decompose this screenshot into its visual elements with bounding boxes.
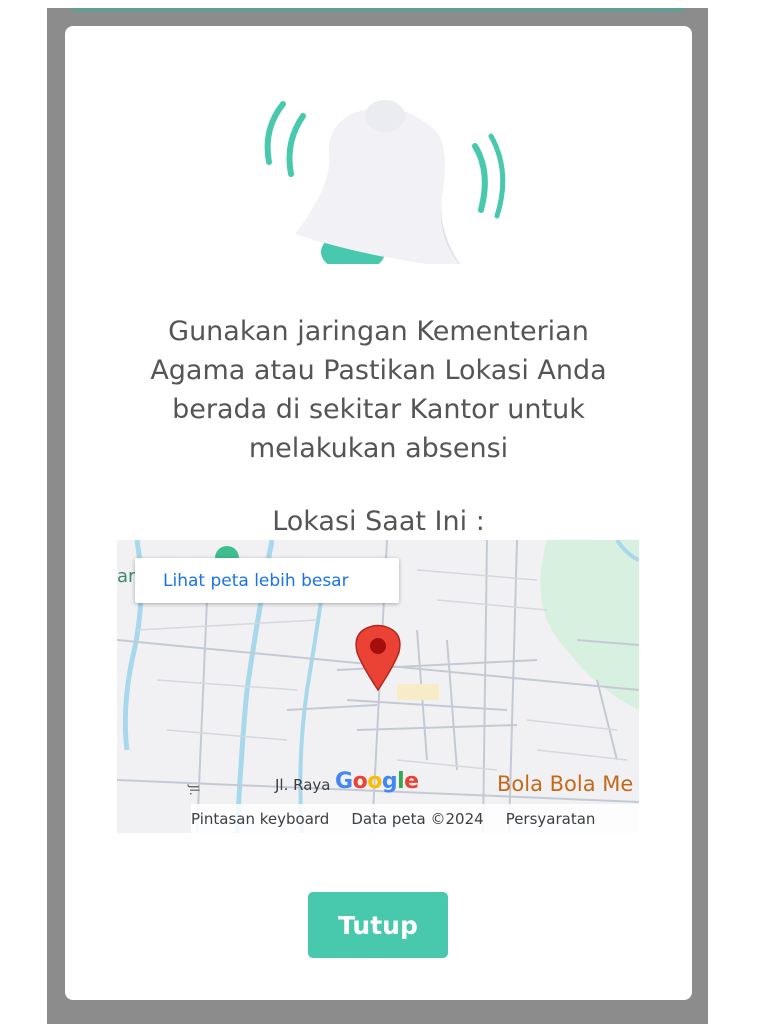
view-larger-map-link[interactable]: Lihat peta lebih besar	[135, 558, 399, 603]
alert-dialog: Gunakan jaringan Kementerian Agama atau …	[65, 26, 692, 1000]
svg-text:ar: ar	[117, 566, 136, 587]
close-button[interactable]: Tutup	[308, 892, 448, 958]
map-footer: Pintasan keyboard Data peta ©2024 Persya…	[191, 804, 639, 833]
location-title: Lokasi Saat Ini :	[272, 506, 485, 537]
bell-icon	[255, 74, 515, 272]
map-data-attribution: Data peta ©2024	[351, 809, 484, 828]
svg-text:Jl.: Jl.	[187, 784, 201, 796]
google-logo: Google	[335, 769, 419, 794]
map-pin-icon	[355, 624, 401, 692]
keyboard-shortcuts-link[interactable]: Pintasan keyboard	[191, 810, 329, 828]
embedded-map[interactable]: ar Jl. Lihat peta lebih besar Jl. Raya B…	[117, 540, 639, 833]
alert-message: Gunakan jaringan Kementerian Agama atau …	[150, 316, 607, 464]
place-label: Bola Bola Me	[497, 772, 634, 796]
street-label: Jl. Raya	[275, 776, 331, 794]
backdrop-header-strip	[72, 8, 684, 12]
terms-link[interactable]: Persyaratan	[506, 810, 596, 828]
